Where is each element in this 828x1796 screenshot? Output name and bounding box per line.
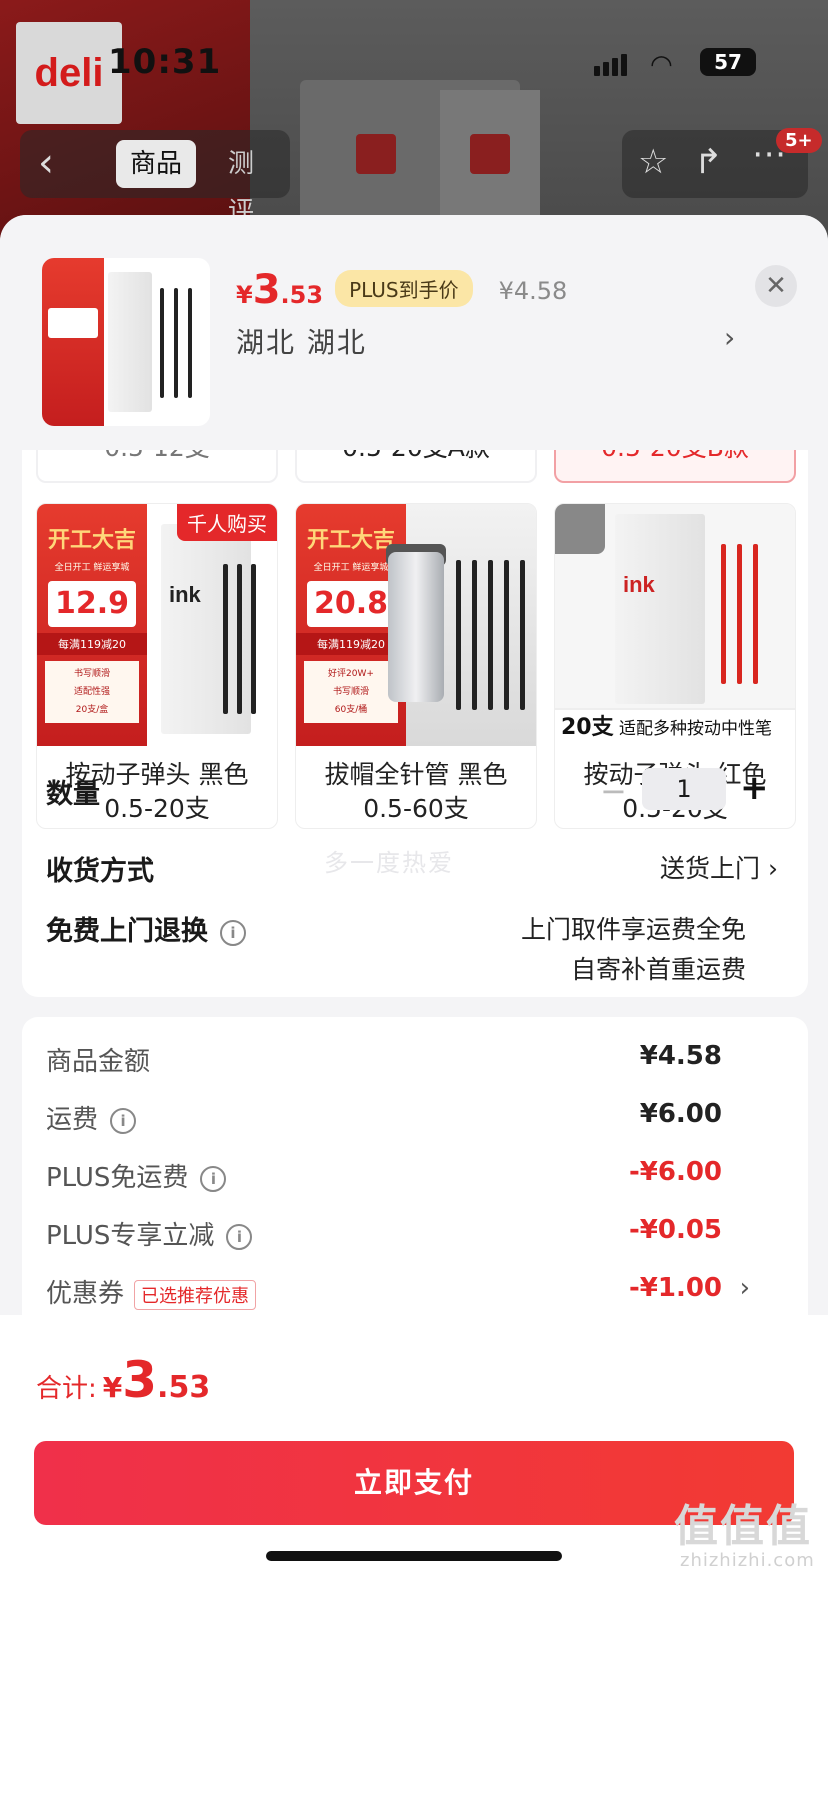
quantity-label: 数量 [46,779,100,810]
popular-tag: 千人购买 [177,504,277,541]
fee-row-coupon[interactable]: 优惠券 已选推荐优惠 -¥1.00 › [46,1273,786,1313]
refill-stick [504,560,509,710]
brand-logo-badge [555,504,605,554]
sheet-header: ¥ 3 .53 PLUS到手价 ¥4.58 湖北 湖北 › ✕ [0,215,828,450]
product-thumbnail [42,258,210,426]
refill-stick [737,544,742,684]
top-nav-tabs: ‹ 商品 测评 [20,130,290,227]
refill-stick [520,560,525,710]
sku-option-black-60[interactable]: 开工大吉 全日开工 鲜运享城 20.8 每满119减20 好评20W+ 书写顺滑… [295,503,537,829]
coupon-tag: 已选推荐优惠 [134,1279,257,1310]
product-page-background: deli [0,0,828,240]
fee-row-goods: 商品金额 ¥4.58 [46,1041,722,1077]
battery-icon: 57 [700,48,756,76]
chevron-right-icon[interactable]: › [724,321,735,354]
refill-stick [472,560,477,710]
refill-stick [721,544,726,684]
status-time: 10:31 [108,42,222,82]
sku-feature-strip: 20支 适配多种按动中性笔 [555,708,795,746]
returns-label: 免费上门退换 i [46,909,246,948]
fee-row-plus-discount: PLUS专享立减 i -¥0.05 [46,1215,722,1251]
quantity-decrease-button[interactable]: − [600,772,627,810]
watermark-text: 多一度热爱 [324,849,454,877]
refill-stick [753,544,758,684]
thumb-price-box [48,308,98,338]
thumb-box-image [108,272,152,412]
refill-stick [160,288,164,398]
info-icon[interactable]: i [200,1165,227,1192]
order-total: 合计: ¥ 3 .53 [36,1351,211,1409]
box-logo-side [470,134,510,174]
refill-stick [174,288,178,398]
tab-review[interactable]: 测评 [214,140,290,227]
returns-policy-text: 上门取件享运费全免 自寄补首重运费 [520,915,746,984]
tab-product[interactable]: 商品 [116,140,197,188]
refill-stick [223,564,228,714]
refill-stick [237,564,242,714]
original-price: ¥4.58 [498,277,568,305]
info-icon[interactable]: i [220,919,246,946]
fee-summary-card: 商品金额 ¥4.58 运费 i ¥6.00 PLUS免运费 i -¥6.00 PLU… [22,1017,808,1337]
info-icon[interactable]: i [226,1223,253,1250]
sku-name: 拔帽全针管 黑色 0.5-60支 [324,760,508,823]
chevron-right-icon: › [739,1273,750,1303]
thumb-promo-art [42,258,104,426]
cellular-signal-icon [594,54,630,76]
info-icon[interactable]: i [110,1107,137,1134]
back-icon[interactable]: ‹ [38,140,54,186]
sku-image: ink 20支 适配多种按动中性笔 [555,504,795,746]
share-icon[interactable]: ↱ [694,142,723,182]
chevron-right-icon: › [768,854,778,883]
quantity-increase-button[interactable]: + [740,768,769,808]
home-indicator [266,1551,562,1561]
shipping-method-selector[interactable]: 送货上门 › [660,849,778,885]
notification-badge: 5+ [776,128,822,153]
sku-image: 开工大吉 全日开工 鲜运享城 20.8 每满119减20 好评20W+ 书写顺滑… [296,504,536,746]
refill-stick [456,560,461,710]
refill-stick [188,288,192,398]
promo-card-art: 开工大吉 全日开工 鲜运享城 12.9 每满119减20 书写顺滑 适配性强 2… [37,504,147,746]
refill-tube-image [388,552,444,702]
site-watermark-url: zhizhizhi.com [680,1550,815,1571]
refill-stick [251,564,256,714]
close-icon[interactable]: ✕ [755,265,797,307]
site-watermark-logo: 值值值 [674,1501,812,1552]
favorite-star-icon[interactable]: ☆ [638,142,668,182]
selected-price: ¥ 3 .53 PLUS到手价 ¥4.58 [236,267,568,313]
fee-row-plus-free-shipping: PLUS免运费 i -¥6.00 [46,1157,722,1193]
fee-row-shipping: 运费 i ¥6.00 [46,1099,722,1135]
delivery-address[interactable]: 湖北 湖北 [236,321,367,361]
plus-price-tag: PLUS到手价 [335,270,473,307]
shipping-label: 收货方式 [46,856,154,887]
status-bar: 10:31 ◠ 57 [0,40,828,84]
box-logo [356,134,396,174]
wifi-icon: ◠ [650,50,673,80]
refill-box-image: ink [615,514,705,704]
quantity-input[interactable]: 1 [642,768,726,810]
refill-stick [488,560,493,710]
